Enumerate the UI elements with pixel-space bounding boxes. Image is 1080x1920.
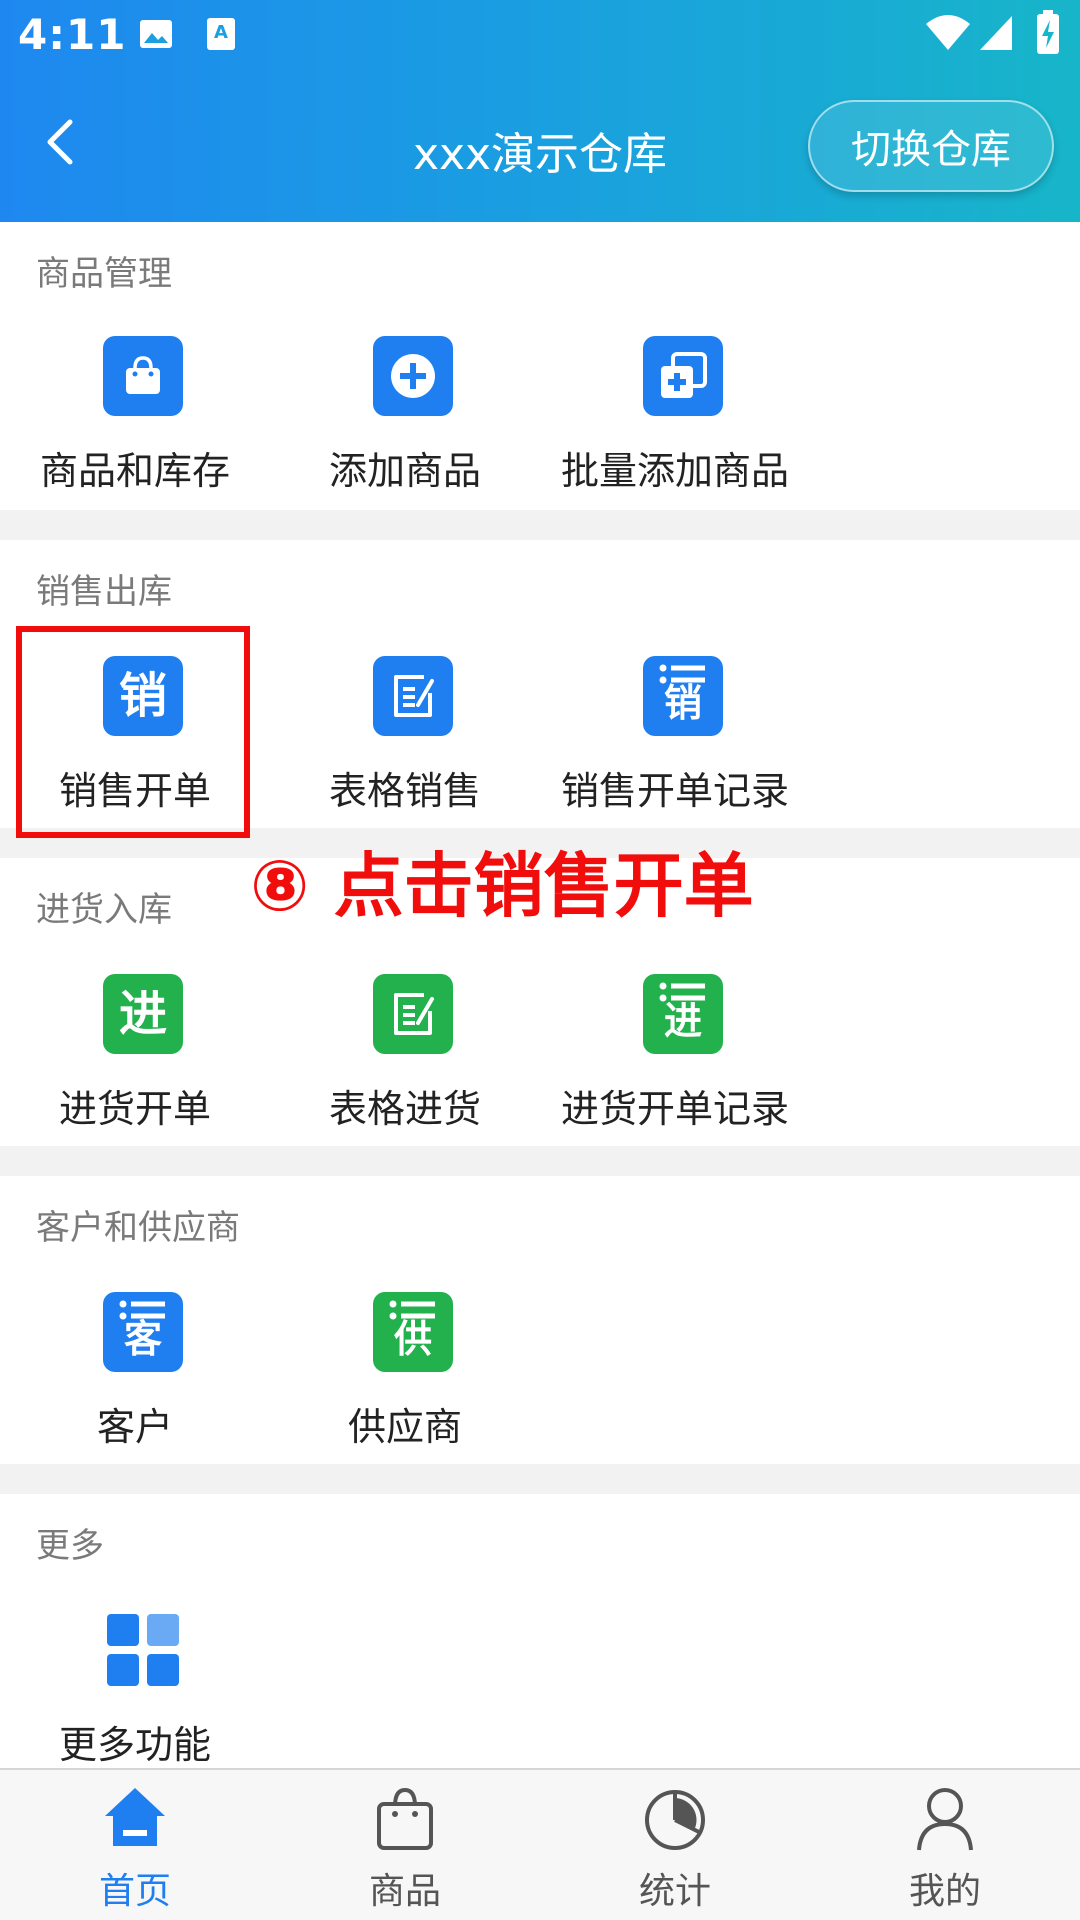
tile-sales-record[interactable]: 销 销售开单记录 xyxy=(540,656,810,836)
annotation-text: ⑧ 点击销售开单 xyxy=(250,845,754,927)
section-title: 销售出库 xyxy=(36,572,172,612)
section-title: 客户和供应商 xyxy=(36,1208,240,1248)
nav-label: 商品 xyxy=(368,1871,441,1912)
tile-more-functions[interactable]: 更多功能 xyxy=(0,1610,270,1790)
tile-label: 表格销售 xyxy=(328,769,481,813)
tile-purchase-record[interactable]: 进 进货开单记录 xyxy=(540,974,810,1154)
wifi-icon xyxy=(926,15,970,50)
image-icon xyxy=(140,20,172,48)
switch-warehouse-button[interactable]: 切换仓库 xyxy=(808,100,1054,192)
section-partners: 客户和供应商 客 客户 供 供应商 xyxy=(0,1176,1080,1464)
tile-customer[interactable]: 客 客户 xyxy=(0,1292,270,1472)
customer-list-icon: 客 xyxy=(103,1292,183,1372)
nav-label: 首页 xyxy=(98,1871,171,1912)
tile-label: 进货开单记录 xyxy=(560,1087,789,1131)
text-notification-icon: A xyxy=(207,18,235,50)
section-more: 更多 更多功能 xyxy=(0,1494,1080,1768)
nav-label: 统计 xyxy=(638,1871,711,1912)
table-edit-icon xyxy=(373,656,453,736)
bottom-nav: 首页 商品 统计 我的 xyxy=(0,1768,1080,1920)
app-header: 4:11 A xxx演示仓库 切换仓库 xyxy=(0,0,1080,222)
purchase-order-icon: 进 xyxy=(103,974,183,1054)
grid-icon xyxy=(103,1610,183,1690)
tile-supplier[interactable]: 供 供应商 xyxy=(270,1292,540,1472)
tile-label: 供应商 xyxy=(347,1405,462,1449)
purchase-record-icon: 进 xyxy=(643,974,723,1054)
status-bar: 4:11 A xyxy=(0,0,1080,76)
user-icon xyxy=(917,1788,973,1851)
tile-label: 销售开单记录 xyxy=(560,769,789,813)
shopping-bag-icon xyxy=(103,336,183,416)
nav-me[interactable]: 我的 xyxy=(810,1770,1080,1920)
tile-label: 进货开单 xyxy=(58,1087,211,1131)
section-goods: 商品管理 商品和库存 添加商品 批量添加商品 xyxy=(0,222,1080,510)
highlight-box xyxy=(16,626,250,838)
tile-table-sales[interactable]: 表格销售 xyxy=(270,656,540,836)
add-circle-icon xyxy=(373,336,453,416)
svg-text:A: A xyxy=(214,22,228,43)
tile-add-goods[interactable]: 添加商品 xyxy=(270,336,540,516)
title-bar: xxx演示仓库 切换仓库 xyxy=(0,90,1080,202)
tile-table-purchase[interactable]: 表格进货 xyxy=(270,974,540,1154)
tile-label: 批量添加商品 xyxy=(560,449,789,493)
section-title: 进货入库 xyxy=(36,890,172,930)
section-title: 商品管理 xyxy=(36,254,172,294)
bag-icon xyxy=(377,1787,433,1850)
tile-purchase-order[interactable]: 进 进货开单 xyxy=(0,974,270,1154)
home-icon xyxy=(105,1788,165,1846)
status-time: 4:11 xyxy=(18,10,127,59)
tile-label: 添加商品 xyxy=(328,449,481,493)
batch-add-icon xyxy=(643,336,723,416)
nav-label: 我的 xyxy=(908,1871,981,1912)
section-title: 更多 xyxy=(36,1526,104,1566)
table-edit-icon xyxy=(373,974,453,1054)
tile-label: 更多功能 xyxy=(58,1723,211,1767)
nav-goods[interactable]: 商品 xyxy=(270,1770,540,1920)
supplier-list-icon: 供 xyxy=(373,1292,453,1372)
signal-icon xyxy=(980,16,1012,50)
tile-goods-inventory[interactable]: 商品和库存 xyxy=(0,336,270,516)
pie-chart-icon xyxy=(645,1790,705,1850)
sales-record-icon: 销 xyxy=(643,656,723,736)
tile-label: 商品和库存 xyxy=(39,449,230,493)
nav-home[interactable]: 首页 xyxy=(0,1770,270,1920)
tile-batch-add-goods[interactable]: 批量添加商品 xyxy=(540,336,810,516)
nav-statistics[interactable]: 统计 xyxy=(540,1770,810,1920)
tile-label: 表格进货 xyxy=(328,1087,481,1131)
tile-label: 客户 xyxy=(96,1405,173,1449)
battery-charging-icon xyxy=(1037,10,1059,54)
